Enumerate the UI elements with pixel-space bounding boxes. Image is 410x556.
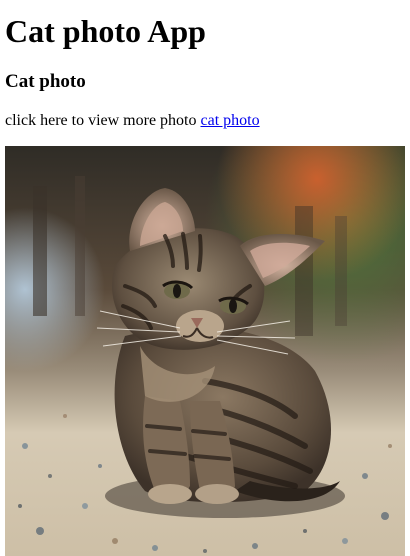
cat-photo-link[interactable]: cat photo (201, 112, 260, 129)
intro-paragraph: click here to view more photo cat photo (5, 111, 260, 131)
intro-text: click here to view more photo (5, 112, 197, 129)
section-heading: Cat photo (5, 71, 86, 92)
page-title: Cat photo App (5, 13, 206, 49)
cat-photo-image[interactable] (5, 146, 405, 556)
